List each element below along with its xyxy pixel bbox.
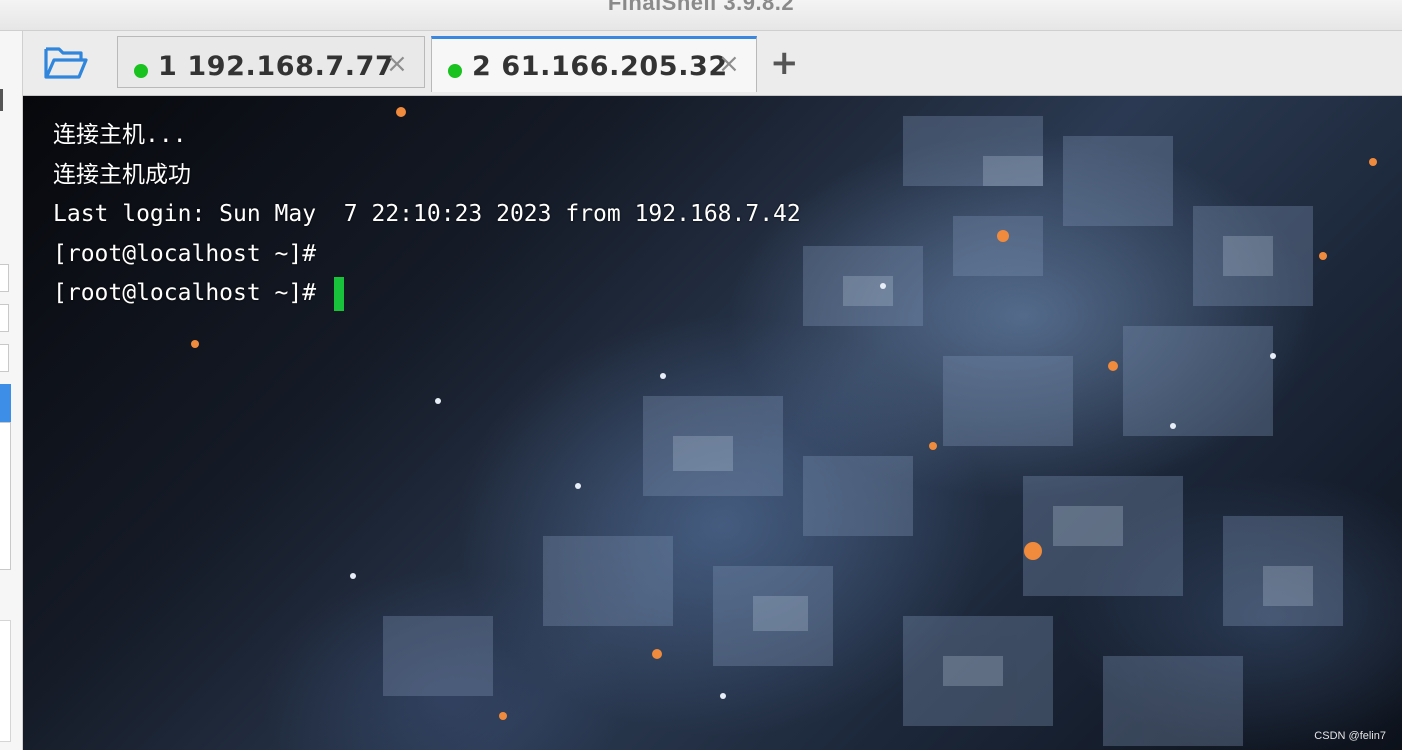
left-panel (0, 31, 23, 750)
terminal-line: 连接主机... (53, 122, 187, 148)
terminal-prompt: [root@localhost ~]# (53, 280, 330, 306)
sidebar-selected-item[interactable] (0, 384, 11, 422)
folder-open-icon (44, 47, 88, 79)
terminal-output: 连接主机... 连接主机成功 Last login: Sun May 7 22:… (53, 116, 801, 314)
sidebar-monitor-panel (0, 620, 11, 742)
watermark: CSDN @felin7 (1314, 730, 1386, 742)
open-folder-button[interactable] (43, 43, 89, 83)
terminal-pane[interactable]: 连接主机... 连接主机成功 Last login: Sun May 7 22:… (23, 96, 1402, 750)
close-icon[interactable]: × (386, 49, 408, 79)
connected-status-icon (134, 64, 148, 78)
tab-session-2[interactable]: 2 61.166.205.32 × (431, 36, 757, 92)
sidebar-field[interactable] (0, 304, 9, 332)
add-tab-button[interactable]: + (770, 43, 799, 83)
terminal-prompt-line[interactable]: [root@localhost ~]# (53, 274, 801, 314)
panel-divider (0, 89, 3, 111)
connected-status-icon (448, 64, 462, 78)
sidebar-list[interactable] (0, 422, 11, 570)
terminal-line: [root@localhost ~]# (53, 240, 317, 267)
tab-label: 1 192.168.7.77 (158, 51, 395, 82)
terminal-line: Last login: Sun May 7 22:10:23 2023 from… (53, 201, 801, 227)
terminal-line: 连接主机成功 (53, 161, 191, 188)
title-bar: FinalShell 3.9.8.2 (0, 0, 1402, 31)
sidebar-field[interactable] (0, 264, 9, 292)
window-title: FinalShell 3.9.8.2 (607, 0, 795, 15)
tab-bar: 1 192.168.7.77 × 2 61.166.205.32 × + (23, 31, 1402, 96)
sidebar-field[interactable] (0, 344, 9, 372)
close-icon[interactable]: × (718, 49, 740, 79)
terminal-cursor (333, 276, 344, 311)
tab-label: 2 61.166.205.32 (472, 51, 728, 82)
tab-session-1[interactable]: 1 192.168.7.77 × (117, 36, 425, 88)
